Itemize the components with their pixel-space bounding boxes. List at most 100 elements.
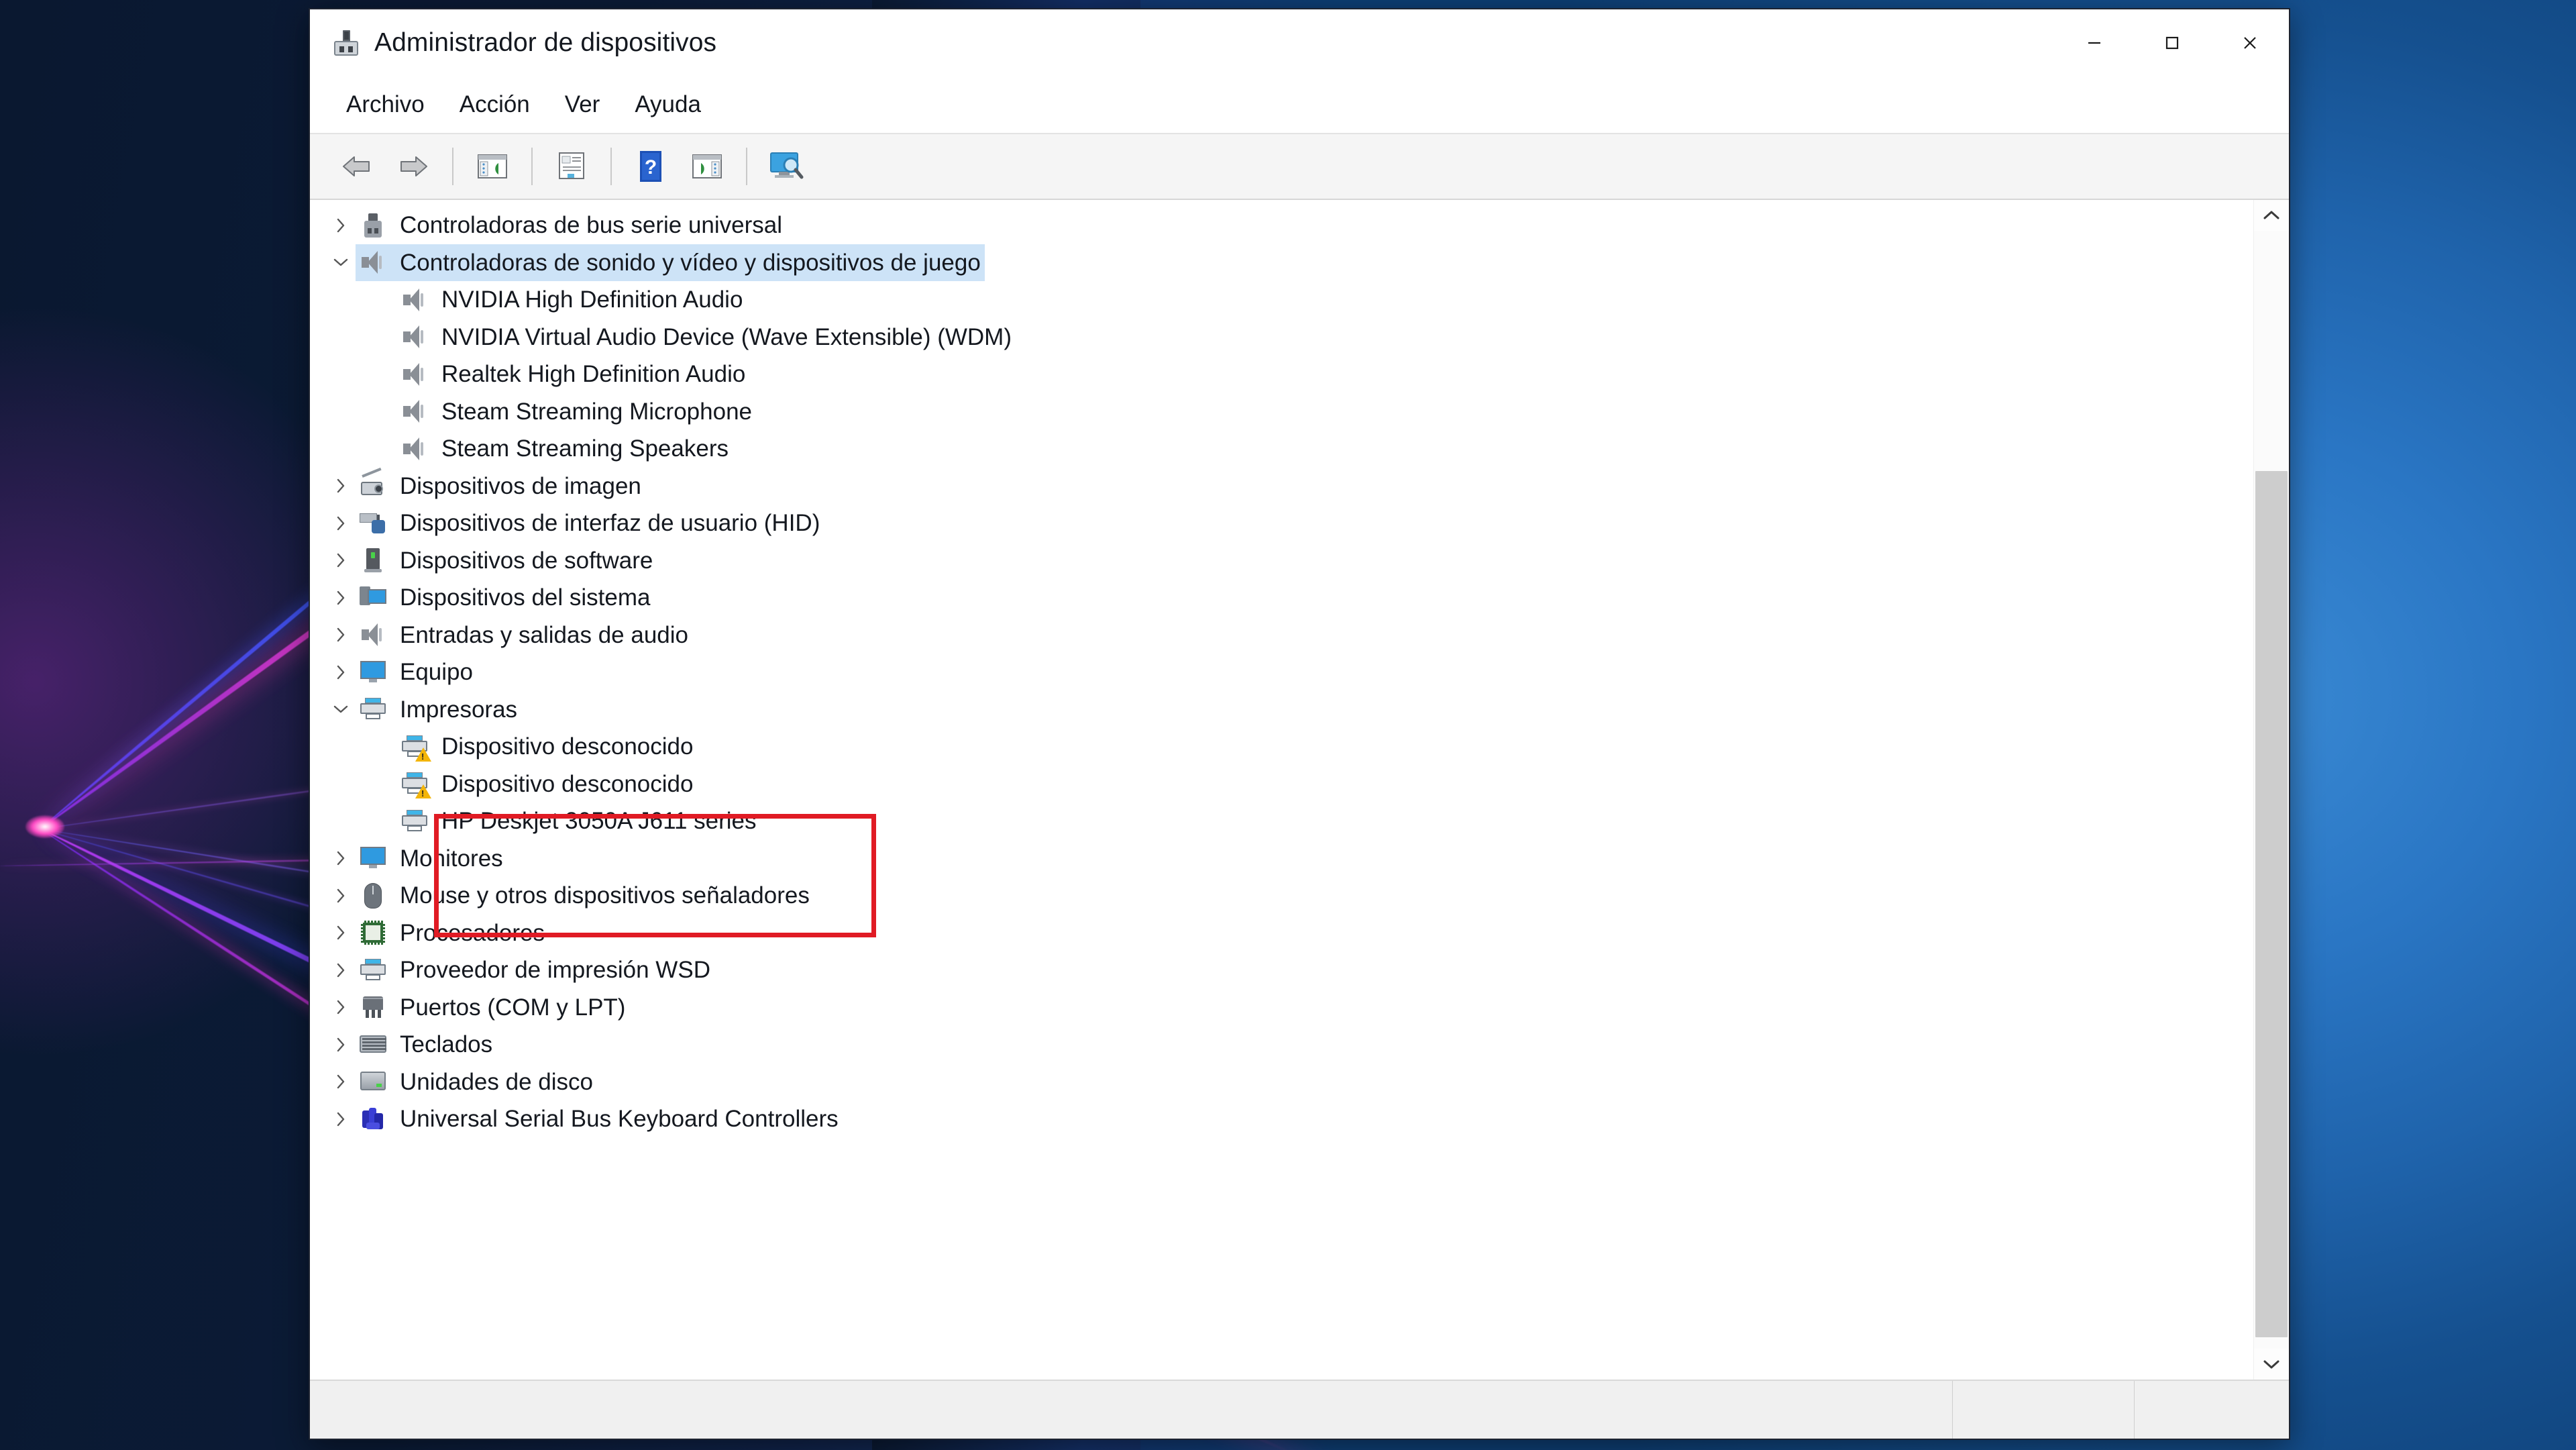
tree-item[interactable]: Equipo xyxy=(310,654,2253,691)
scroll-down-button[interactable] xyxy=(2254,1349,2289,1380)
tree-item[interactable]: Realtek High Definition Audio xyxy=(310,356,2253,393)
tree-item[interactable]: Impresoras xyxy=(310,691,2253,729)
tree-item-label: NVIDIA High Definition Audio xyxy=(441,287,743,313)
tree-item[interactable]: Steam Streaming Speakers xyxy=(310,430,2253,468)
minimize-button[interactable] xyxy=(2055,9,2133,76)
chevron-right-icon[interactable] xyxy=(326,1036,356,1053)
tree-item[interactable]: NVIDIA High Definition Audio xyxy=(310,281,2253,319)
tree-item-label: Procesadores xyxy=(400,919,545,946)
scroll-up-button[interactable] xyxy=(2254,200,2289,231)
printer-icon xyxy=(360,958,386,982)
chevron-right-icon[interactable] xyxy=(326,924,356,941)
tree-item[interactable]: Teclados xyxy=(310,1026,2253,1064)
tree-item[interactable]: Entradas y salidas de audio xyxy=(310,617,2253,654)
menu-item-accion[interactable]: Acción xyxy=(442,85,547,125)
scrollbar-track[interactable] xyxy=(2254,231,2289,1349)
device-manager-window: Administrador de dispositivos Archivo Ac… xyxy=(309,8,2290,1440)
chevron-right-icon[interactable] xyxy=(326,1110,356,1128)
tree-item-label: Dispositivo desconocido xyxy=(441,770,694,797)
tree-item[interactable]: Dispositivos del sistema xyxy=(310,579,2253,617)
chevron-right-icon[interactable] xyxy=(326,515,356,532)
tree-item-label: Steam Streaming Microphone xyxy=(441,398,752,425)
chevron-right-icon[interactable] xyxy=(326,962,356,979)
tree-item-icon xyxy=(397,769,432,799)
forward-button[interactable] xyxy=(386,141,440,192)
tree-item[interactable]: HP Deskjet 3050A J611 series xyxy=(310,802,2253,840)
close-button[interactable] xyxy=(2211,9,2289,76)
chevron-right-icon[interactable] xyxy=(326,1073,356,1090)
toolbar: ? xyxy=(310,134,2289,200)
properties-button[interactable] xyxy=(545,141,598,192)
window-controls xyxy=(2055,9,2289,76)
tree-item[interactable]: Puertos (COM y LPT) xyxy=(310,989,2253,1027)
tree-item[interactable]: NVIDIA Virtual Audio Device (Wave Extens… xyxy=(310,319,2253,356)
tree-item-content: Proveedor de impresión WSD xyxy=(356,955,710,985)
toolbar-separator xyxy=(531,148,533,185)
chevron-right-icon[interactable] xyxy=(326,552,356,569)
tree-item[interactable]: Unidades de disco xyxy=(310,1064,2253,1101)
tree-item[interactable]: Dispositivos de imagen xyxy=(310,468,2253,505)
tree-item[interactable]: Proveedor de impresión WSD xyxy=(310,951,2253,989)
tree-item-icon xyxy=(356,546,390,575)
menu-item-ayuda[interactable]: Ayuda xyxy=(617,85,718,125)
chevron-right-icon[interactable] xyxy=(326,887,356,904)
title-bar[interactable]: Administrador de dispositivos xyxy=(310,9,2289,76)
system-device-icon xyxy=(360,586,386,609)
chevron-right-icon[interactable] xyxy=(326,477,356,495)
tree-scrollbar[interactable] xyxy=(2253,200,2289,1380)
hid-icon xyxy=(360,512,386,535)
chevron-right-icon[interactable] xyxy=(326,849,356,867)
show-console-tree-button[interactable] xyxy=(466,141,519,192)
tree-item-content: Monitores xyxy=(356,843,503,873)
tree-item-label: Dispositivos de interfaz de usuario (HID… xyxy=(400,510,820,537)
printer-icon xyxy=(360,698,386,721)
ports-icon xyxy=(361,995,385,1019)
tree-item[interactable]: Monitores xyxy=(310,840,2253,878)
tree-item[interactable]: Controladoras de sonido y vídeo y dispos… xyxy=(310,244,2253,281)
chevron-down-icon[interactable] xyxy=(326,256,356,269)
tree-item[interactable]: Universal Serial Bus Keyboard Controller… xyxy=(310,1100,2253,1138)
tree-item[interactable]: Dispositivos de interfaz de usuario (HID… xyxy=(310,505,2253,542)
tree-item-label: Dispositivos de software xyxy=(400,547,653,574)
tree-item-content: Realtek High Definition Audio xyxy=(397,360,745,389)
chevron-right-icon[interactable] xyxy=(326,998,356,1016)
speaker-icon xyxy=(403,325,426,349)
tree-item[interactable]: Controladoras de bus serie universal xyxy=(310,207,2253,244)
speaker-icon xyxy=(403,437,426,460)
tree-item-content: NVIDIA Virtual Audio Device (Wave Extens… xyxy=(397,322,1012,352)
menu-item-ver[interactable]: Ver xyxy=(547,85,618,125)
chevron-right-icon[interactable] xyxy=(326,217,356,234)
chevron-right-icon[interactable] xyxy=(326,664,356,681)
device-tree[interactable]: Controladoras de bus serie universal Cont… xyxy=(310,200,2253,1380)
menu-item-archivo[interactable]: Archivo xyxy=(329,85,442,125)
tree-item-icon xyxy=(397,397,432,426)
tree-item[interactable]: Dispositivo desconocido xyxy=(310,766,2253,803)
tree-item[interactable]: Steam Streaming Microphone xyxy=(310,393,2253,431)
tree-item-content: Dispositivos del sistema xyxy=(356,583,650,613)
tree-item[interactable]: Dispositivos de software xyxy=(310,542,2253,580)
back-arrow-icon xyxy=(343,156,370,176)
chevron-down-icon[interactable] xyxy=(326,703,356,716)
tree-item[interactable]: Mouse y otros dispositivos señaladores xyxy=(310,877,2253,915)
chevron-right-icon[interactable] xyxy=(326,626,356,643)
keyboard-icon xyxy=(360,1035,386,1054)
help-button[interactable]: ? xyxy=(624,141,678,192)
scan-hardware-changes-button[interactable] xyxy=(759,141,813,192)
show-action-pane-button[interactable] xyxy=(680,141,734,192)
chevron-right-icon[interactable] xyxy=(326,589,356,607)
tree-item-content: Unidades de disco xyxy=(356,1067,593,1096)
tree-item-icon xyxy=(397,807,432,836)
tree-item-icon xyxy=(356,211,390,240)
forward-arrow-icon xyxy=(400,156,427,176)
tree-item[interactable]: Procesadores xyxy=(310,915,2253,952)
tree-item-icon xyxy=(356,658,390,687)
maximize-button[interactable] xyxy=(2133,9,2211,76)
tree-item-icon xyxy=(397,285,432,315)
cpu-icon xyxy=(361,921,385,945)
back-button[interactable] xyxy=(330,141,384,192)
usb-icon xyxy=(364,213,382,238)
status-bar xyxy=(310,1380,2289,1439)
tree-item[interactable]: Dispositivo desconocido xyxy=(310,728,2253,766)
tree-item-label: NVIDIA Virtual Audio Device (Wave Extens… xyxy=(441,323,1012,350)
scrollbar-thumb[interactable] xyxy=(2255,471,2288,1337)
